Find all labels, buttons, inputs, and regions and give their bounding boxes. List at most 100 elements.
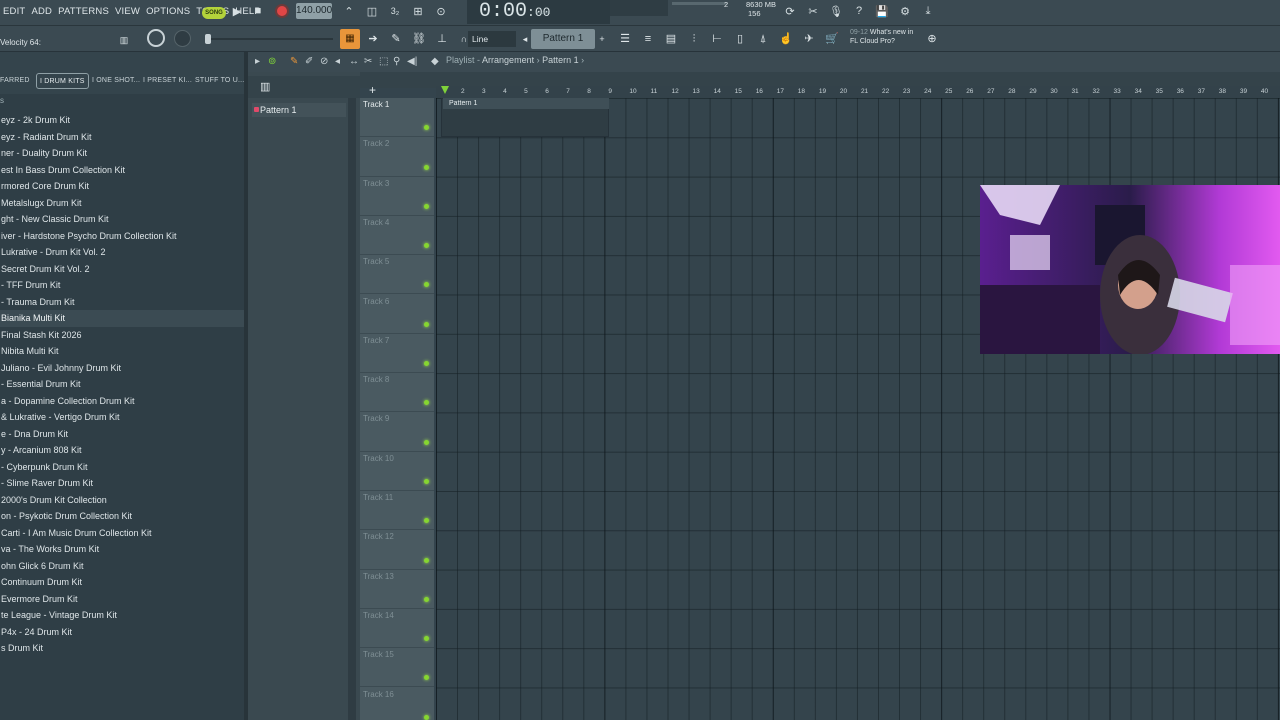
browser-item[interactable]: - TFF Drum Kit	[0, 277, 244, 294]
track-header[interactable]: Track 13	[360, 570, 434, 609]
news-panel[interactable]: 09-12 What's new in FL Cloud Pro?	[850, 28, 913, 46]
track-header[interactable]: Track 6	[360, 295, 434, 334]
draw-tool-icon[interactable]: ✎	[290, 56, 298, 67]
paint-tool-icon[interactable]: ✐	[305, 56, 313, 67]
playhead-marker[interactable]	[441, 86, 449, 94]
track-mute-led[interactable]	[424, 400, 429, 406]
browser-item[interactable]: - Trauma Drum Kit	[0, 294, 244, 311]
download-icon[interactable]: ⤓	[920, 3, 936, 19]
browser-item[interactable]: ner - Duality Drum Kit	[0, 145, 244, 162]
browser-item[interactable]: Continuum Drum Kit	[0, 574, 244, 591]
track-mute-led[interactable]	[424, 557, 429, 563]
timeline-ruler[interactable]	[436, 86, 1280, 98]
tempo-tap-icon[interactable]: ✈	[800, 31, 818, 47]
track-mute-led[interactable]	[424, 361, 429, 367]
track-header[interactable]: Track 4	[360, 216, 434, 256]
browser-item[interactable]: Secret Drum Kit Vol. 2	[0, 261, 244, 278]
countdown-icon[interactable]: 3₂	[387, 3, 403, 19]
slider-handle[interactable]	[205, 34, 211, 44]
browser-item[interactable]: & Lukrative - Vertigo Drum Kit	[0, 409, 244, 426]
track-header[interactable]: Track 11	[360, 491, 434, 531]
track-header[interactable]: Track 8	[360, 373, 434, 413]
plugin-db-icon[interactable]: ⍋	[754, 31, 772, 47]
picker-scrollbar[interactable]	[348, 98, 356, 720]
browser-item[interactable]: Carti - I Am Music Drum Collection Kit	[0, 525, 244, 542]
track-header[interactable]: Track 16	[360, 688, 434, 720]
browser-item[interactable]: rmored Core Drum Kit	[0, 178, 244, 195]
track-mute-led[interactable]	[424, 243, 429, 249]
menu-add[interactable]: ADD	[28, 6, 55, 17]
zoom-tool-icon[interactable]: ⚲	[393, 56, 400, 67]
play-icon[interactable]: ▶	[229, 3, 245, 19]
save-icon[interactable]: 💾	[874, 3, 890, 19]
plugin-icon[interactable]: ⚙	[897, 3, 913, 19]
pencil-icon[interactable]: ✎	[387, 31, 405, 47]
menu-view[interactable]: VIEW	[112, 6, 143, 17]
song-mode-toggle[interactable]: SONG	[202, 7, 226, 19]
browser-item[interactable]: - Cyberpunk Drum Kit	[0, 459, 244, 476]
mute-tool-icon[interactable]: ◂	[335, 56, 340, 67]
track-mute-led[interactable]	[424, 518, 429, 524]
snap-selector[interactable]: Line	[468, 31, 516, 47]
track-header[interactable]: Track 3	[360, 177, 434, 216]
playlist-icon[interactable]: ☰	[616, 31, 634, 47]
mixer-icon[interactable]: ⫶	[685, 31, 703, 47]
piano-icon[interactable]: ▥	[116, 32, 132, 48]
track-mute-led[interactable]	[424, 478, 429, 484]
main-pitch-slider[interactable]	[205, 34, 333, 44]
browser-item[interactable]: iver - Hardstone Psycho Drum Collection …	[0, 228, 244, 245]
browser-item[interactable]: Bianika Multi Kit	[0, 310, 244, 327]
track-header[interactable]: Track 1	[360, 98, 434, 138]
browser-item[interactable]: P4x - 24 Drum Kit	[0, 624, 244, 641]
track-header[interactable]: Track 9	[360, 412, 434, 452]
piano-keys-icon[interactable]: ▥	[260, 80, 270, 93]
track-header[interactable]: Track 7	[360, 334, 434, 374]
pattern-add-icon[interactable]: +	[597, 30, 607, 48]
pattern-prev-icon[interactable]: ◂	[520, 30, 530, 48]
browser-item[interactable]: ght - New Classic Drum Kit	[0, 211, 244, 228]
browser-tab-stuff[interactable]: STUFF TO U...	[195, 73, 244, 89]
browser-item[interactable]: on - Psykotic Drum Collection Kit	[0, 508, 244, 525]
channel-rack-icon[interactable]: ≡	[639, 31, 657, 47]
track-mute-led[interactable]	[424, 164, 429, 170]
browser-tab-starred[interactable]: FARRED	[0, 73, 30, 89]
playback-tool-icon[interactable]: ◀|	[407, 56, 417, 67]
shop-icon[interactable]: 🛒	[823, 31, 841, 47]
time-display[interactable]: 0:00:00 M:S:CS	[467, 0, 610, 24]
breadcrumb-arrangement[interactable]: Arrangement	[482, 55, 534, 65]
track-mute-led[interactable]	[424, 203, 429, 209]
browser-item[interactable]: Nibita Multi Kit	[0, 343, 244, 360]
track-mute-led[interactable]	[424, 714, 429, 720]
wait-input-icon[interactable]: ◫	[364, 3, 380, 19]
tempo-display[interactable]: 140.000	[296, 3, 332, 19]
menu-options[interactable]: OPTIONS	[143, 6, 193, 17]
main-pitch-knob[interactable]	[174, 30, 191, 47]
stop-icon[interactable]: ■	[250, 3, 266, 19]
help-icon[interactable]: ?	[851, 3, 867, 19]
browser-item[interactable]: Lukrative - Drum Kit Vol. 2	[0, 244, 244, 261]
playlist-menu-icon[interactable]: ▸	[255, 56, 260, 67]
track-header[interactable]: Track 12	[360, 530, 434, 570]
browser-tab-drum-kits[interactable]: I DRUM KITS	[36, 73, 89, 89]
loop-record-icon[interactable]: ⊙	[433, 3, 449, 19]
browser-item[interactable]: 2000's Drum Kit Collection	[0, 492, 244, 509]
snap-icon[interactable]: ▦	[340, 29, 360, 49]
browser-item[interactable]: te League - Vintage Drum Kit	[0, 607, 244, 624]
delete-tool-icon[interactable]: ⊘	[320, 56, 328, 67]
main-volume-knob[interactable]	[147, 29, 165, 47]
touch-icon[interactable]: ☝	[777, 31, 795, 47]
browser-item[interactable]: eyz - Radiant Drum Kit	[0, 129, 244, 146]
pattern-clip-label[interactable]: Pattern 1	[443, 98, 609, 109]
playlist-snap-icon[interactable]: ⊚	[268, 56, 276, 67]
browser-item[interactable]: Evermore Drum Kit	[0, 591, 244, 608]
stamp-icon[interactable]: ⊥	[433, 31, 451, 47]
mic-icon[interactable]: 🎙	[828, 3, 844, 19]
menu-edit[interactable]: EDIT	[0, 6, 28, 17]
fx-icon[interactable]: ✂	[805, 3, 821, 19]
browser-tab-preset-kits[interactable]: I PRESET KI...	[143, 73, 192, 89]
project-icon[interactable]: ▯	[731, 31, 749, 47]
breadcrumb-pattern[interactable]: Pattern 1	[542, 55, 579, 65]
picker-pattern-item[interactable]: Pattern 1	[252, 103, 346, 117]
browser-item[interactable]: va - The Works Drum Kit	[0, 541, 244, 558]
track-mute-led[interactable]	[424, 596, 429, 602]
